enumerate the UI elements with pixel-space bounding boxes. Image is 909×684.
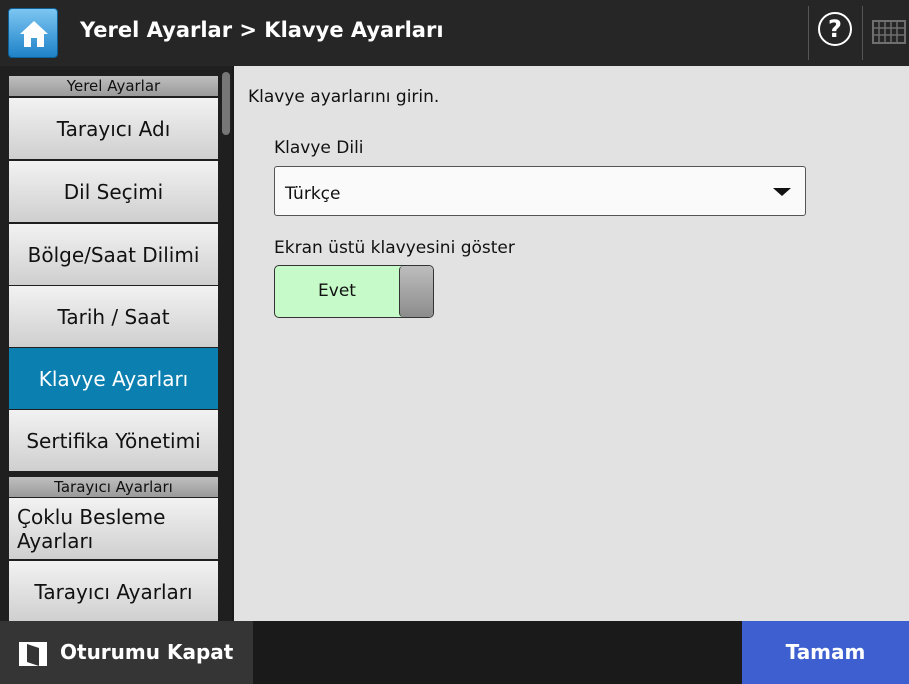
logout-label: Oturumu Kapat bbox=[60, 640, 234, 664]
keyboard-language-value: Türkçe bbox=[285, 184, 341, 204]
keyboard-language-select[interactable]: Türkçe bbox=[274, 166, 806, 216]
sidebar-item-dil-secimi[interactable]: Dil Seçimi bbox=[9, 161, 218, 222]
sidebar-item-tarayici-adi[interactable]: Tarayıcı Adı bbox=[9, 98, 218, 159]
home-icon bbox=[20, 21, 48, 47]
header-divider bbox=[808, 6, 809, 60]
toggle-knob[interactable] bbox=[399, 266, 433, 317]
sidebar-scrollbar[interactable] bbox=[220, 66, 232, 621]
footer-bar: Oturumu Kapat Tamam bbox=[0, 621, 909, 684]
main-panel: Klavye ayarlarını girin. Klavye Dili Tür… bbox=[234, 66, 909, 621]
header-bar: Yerel Ayarlar > Klavye Ayarları ? bbox=[0, 0, 909, 66]
keyboard-button[interactable] bbox=[872, 20, 906, 48]
sidebar-item-tarayici-ayarlari[interactable]: Tarayıcı Ayarları bbox=[9, 561, 218, 621]
sidebar-item-tarih-saat[interactable]: Tarih / Saat bbox=[9, 286, 218, 347]
help-button[interactable]: ? bbox=[818, 12, 852, 46]
logout-button[interactable]: Oturumu Kapat bbox=[0, 621, 253, 684]
sidebar-item-coklu-besleme-ayarlari[interactable]: Çoklu Besleme Ayarları bbox=[9, 498, 218, 559]
instruction-text: Klavye ayarlarını girin. bbox=[248, 87, 440, 107]
logout-icon bbox=[19, 642, 47, 666]
header-divider bbox=[862, 6, 863, 60]
ok-button[interactable]: Tamam bbox=[742, 621, 909, 684]
sidebar-item-bolge-saat-dilimi[interactable]: Bölge/Saat Dilimi bbox=[9, 224, 218, 285]
scrollbar-thumb[interactable] bbox=[222, 72, 230, 135]
onscreen-keyboard-label: Ekran üstü klavyesini göster bbox=[274, 238, 515, 258]
home-button[interactable] bbox=[8, 8, 58, 58]
onscreen-keyboard-toggle[interactable]: Evet bbox=[274, 265, 434, 318]
keyboard-language-label: Klavye Dili bbox=[274, 138, 364, 158]
sidebar-section-tarayici-ayarlari: Tarayıcı Ayarları bbox=[9, 477, 218, 497]
app-window: Yerel Ayarlar > Klavye Ayarları ? Yerel … bbox=[0, 0, 909, 684]
sidebar-section-yerel-ayarlar: Yerel Ayarlar bbox=[9, 76, 218, 96]
toggle-value: Evet bbox=[318, 281, 356, 301]
sidebar-item-sertifika-yonetimi[interactable]: Sertifika Yönetimi bbox=[9, 410, 218, 471]
sidebar-item-klavye-ayarlari[interactable]: Klavye Ayarları bbox=[9, 348, 218, 409]
page-title: Yerel Ayarlar > Klavye Ayarları bbox=[80, 18, 444, 42]
sidebar: Yerel Ayarlar Tarayıcı Adı Dil Seçimi Bö… bbox=[0, 66, 232, 621]
keyboard-icon bbox=[872, 20, 906, 44]
dropdown-arrow-icon bbox=[773, 188, 791, 196]
